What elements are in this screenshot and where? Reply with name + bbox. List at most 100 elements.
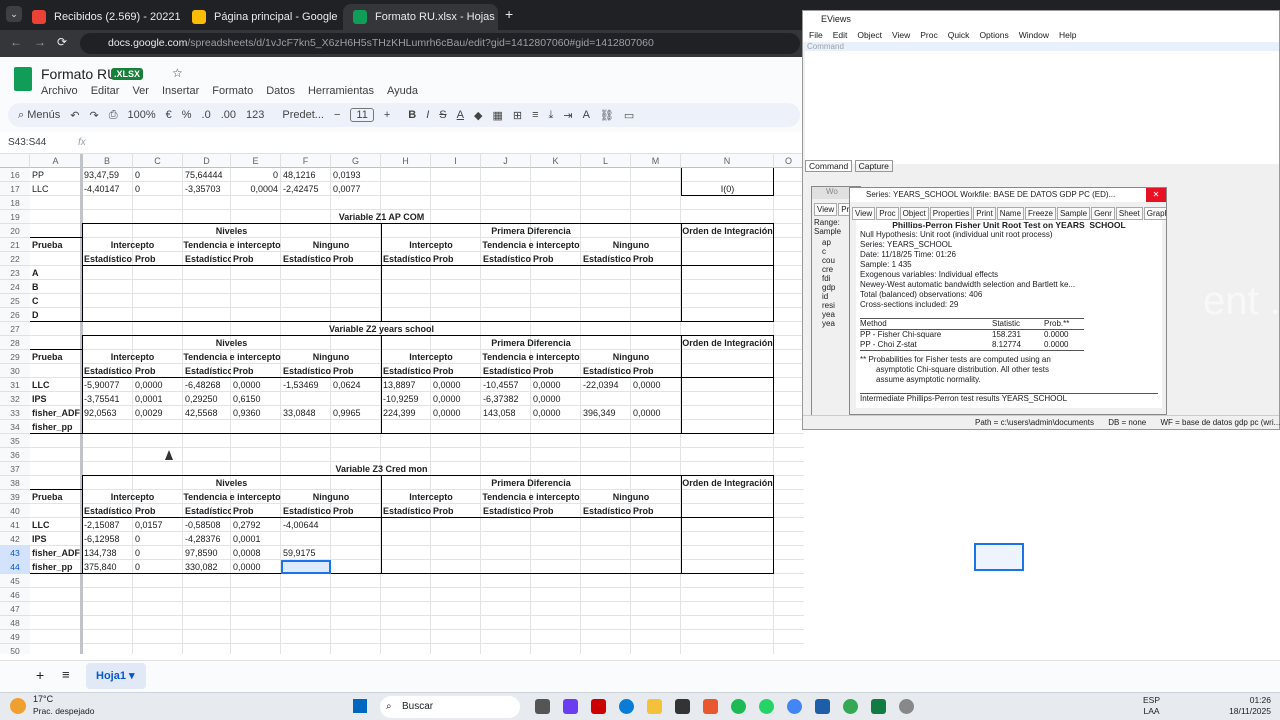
row-header[interactable]: 46 (0, 588, 30, 602)
test-label[interactable]: D (30, 308, 82, 322)
prob-header[interactable]: Prob (133, 364, 183, 378)
column-header[interactable]: G (331, 154, 381, 168)
prob-header[interactable]: Prob (133, 252, 183, 266)
column-header[interactable]: C (133, 154, 183, 168)
subheader-tendencia[interactable]: Tendencia e intercepto (481, 490, 581, 504)
url-input[interactable]: docs.google.com/spreadsheets/d/1vJcF7kn5… (80, 33, 800, 54)
chrome-icon-2[interactable] (843, 699, 858, 714)
cell[interactable]: 0 (133, 560, 183, 574)
series-button-sheet[interactable]: Sheet (1115, 207, 1143, 220)
bold-button[interactable]: B (408, 109, 416, 121)
subheader-ninguno[interactable]: Ninguno (581, 238, 681, 252)
group-primera-diferencia[interactable]: Primera Diferencia (381, 476, 681, 490)
subheader-intercepto[interactable]: Intercepto (82, 490, 183, 504)
column-header[interactable]: L (581, 154, 631, 168)
cell[interactable]: 93,47,59 (82, 168, 133, 182)
reload-icon[interactable]: ⟳ (57, 35, 67, 49)
app-icon[interactable] (591, 699, 606, 714)
prob-header[interactable]: Prob (331, 504, 381, 518)
cell[interactable]: 143,058 (481, 406, 531, 420)
subheader-tendencia[interactable]: Tendencia e intercepto (183, 490, 281, 504)
test-label[interactable]: LLC (30, 378, 82, 392)
undo-icon[interactable]: ↶ (70, 109, 79, 122)
fill-color-icon[interactable]: ◆ (474, 109, 482, 122)
estadistico-header[interactable]: Estadístico (581, 252, 631, 266)
cell[interactable]: 0,0000 (631, 378, 681, 392)
cell[interactable]: 92,0563 (82, 406, 133, 420)
row-header[interactable]: 38 (0, 476, 30, 490)
increase-decimal-button[interactable]: .00 (221, 109, 236, 121)
row-header[interactable]: 48 (0, 616, 30, 630)
cell[interactable]: 0,0000 (431, 392, 481, 406)
estadistico-header[interactable]: Estadístico (82, 252, 133, 266)
store-icon[interactable] (675, 699, 690, 714)
row-header[interactable]: 30 (0, 364, 30, 378)
ev-menu-proc[interactable]: Proc (920, 30, 937, 40)
prob-header[interactable]: Prob (331, 364, 381, 378)
ev-tab-command[interactable]: Command (805, 160, 853, 172)
row-header[interactable]: 35 (0, 434, 30, 448)
integration-order[interactable]: I(0) (681, 182, 774, 196)
row-header[interactable]: 20 (0, 224, 30, 238)
edge-icon[interactable] (619, 699, 634, 714)
cell[interactable]: -2,42475 (281, 182, 331, 196)
text-color-button[interactable]: A (457, 109, 464, 121)
cell-label[interactable]: LLC (30, 182, 82, 196)
subheader-intercepto[interactable]: Intercepto (381, 350, 481, 364)
subheader-intercepto[interactable]: Intercepto (82, 238, 183, 252)
row-header[interactable]: 27 (0, 322, 30, 336)
cell[interactable]: 0,0157 (133, 518, 183, 532)
cell[interactable]: 0,0193 (331, 168, 381, 182)
prob-header[interactable]: Prob (133, 504, 183, 518)
row-header[interactable]: 50 (0, 644, 30, 654)
selected-cell[interactable] (281, 560, 331, 574)
cell[interactable]: 13,8897 (381, 378, 431, 392)
column-header[interactable]: M (631, 154, 681, 168)
row-header[interactable]: 18 (0, 196, 30, 210)
cell[interactable]: 0,0000 (231, 378, 281, 392)
menu-ver[interactable]: Ver (132, 85, 149, 97)
series-button-graph[interactable]: Graph (1143, 207, 1166, 220)
merge-icon[interactable]: ⊞ (513, 109, 522, 122)
grid-corner[interactable] (0, 154, 30, 168)
series-button-proc[interactable]: Proc (876, 207, 899, 220)
cell[interactable]: 330,082 (183, 560, 231, 574)
ev-menu-options[interactable]: Options (979, 30, 1008, 40)
cell[interactable]: 0,0000 (431, 406, 481, 420)
subheader-tendencia[interactable]: Tendencia e intercepto (481, 238, 581, 252)
prueba-header[interactable]: Prueba (30, 350, 82, 364)
test-label[interactable]: fisher_pp (30, 560, 82, 574)
copilot-icon[interactable] (563, 699, 578, 714)
estadistico-header[interactable]: Estadístico (481, 252, 531, 266)
prob-header[interactable]: Prob (631, 252, 681, 266)
cell[interactable]: 0,0001 (133, 392, 183, 406)
menu-formato[interactable]: Formato (212, 85, 253, 97)
taskbar-search[interactable]: ⌕ Buscar (380, 696, 520, 718)
chrome-icon[interactable] (787, 699, 802, 714)
ev-menu-file[interactable]: File (809, 30, 823, 40)
row-header[interactable]: 25 (0, 294, 30, 308)
test-label[interactable]: A (30, 266, 82, 280)
column-header[interactable]: D (183, 154, 231, 168)
prob-header[interactable]: Prob (231, 504, 281, 518)
prob-header[interactable]: Prob (231, 252, 281, 266)
font-select[interactable]: Predet... (282, 109, 324, 121)
row-header[interactable]: 47 (0, 602, 30, 616)
cell[interactable]: 0 (133, 168, 183, 182)
windows-start-icon[interactable] (352, 698, 368, 714)
series-button-print[interactable]: Print (973, 207, 996, 220)
weather-temp[interactable]: 17°C (33, 694, 53, 704)
eviews-command-area[interactable]: Command (805, 42, 1279, 164)
group-primera-diferencia[interactable]: Primera Diferencia (381, 224, 681, 238)
estadistico-header[interactable]: Estadístico (281, 252, 331, 266)
series-button-freeze[interactable]: Freeze (1025, 207, 1056, 220)
rotate-icon[interactable]: A (583, 109, 590, 121)
new-tab-button[interactable]: + (505, 6, 513, 22)
menu-insertar[interactable]: Insertar (162, 85, 199, 97)
lang-indicator[interactable]: ESP LAA (1143, 695, 1160, 717)
test-label[interactable]: IPS (30, 392, 82, 406)
menu-ayuda[interactable]: Ayuda (387, 85, 418, 97)
row-header[interactable]: 23 (0, 266, 30, 280)
row-header[interactable]: 29 (0, 350, 30, 364)
cell[interactable]: 33,0848 (281, 406, 331, 420)
